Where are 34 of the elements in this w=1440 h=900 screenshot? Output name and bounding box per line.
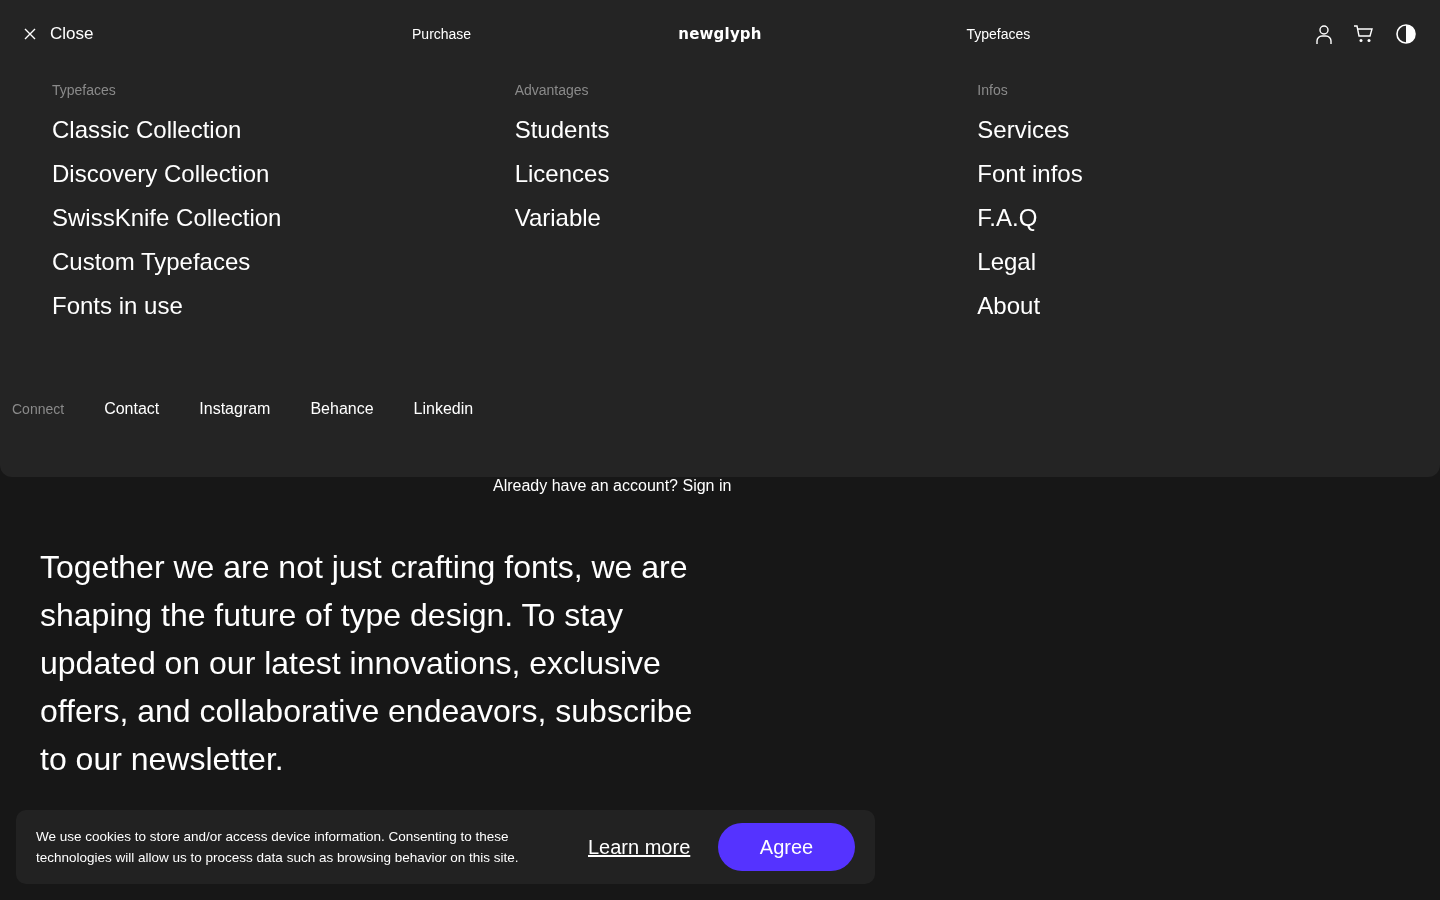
menu-link[interactable]: Services (977, 108, 1070, 152)
menu-link[interactable]: Discovery Collection (52, 152, 270, 196)
menu-link[interactable]: Custom Typefaces (52, 240, 251, 284)
menu-link[interactable]: Font infos (977, 152, 1083, 196)
social-link[interactable]: Linkedin (413, 400, 474, 418)
menu-link[interactable]: Variable (514, 196, 601, 240)
menu-link[interactable]: Licences (514, 152, 610, 196)
close-icon (24, 28, 36, 40)
menu-link[interactable]: Fonts in use (52, 284, 183, 328)
logo[interactable]: newglyph (678, 25, 762, 43)
social-link[interactable]: Behance (310, 400, 374, 418)
close-button[interactable]: Close (24, 24, 94, 44)
agree-button[interactable]: Agree (718, 823, 855, 871)
social-link[interactable]: Instagram (199, 400, 271, 418)
menu-link[interactable]: Classic Collection (52, 108, 242, 152)
nav-link[interactable]: Purchase (412, 26, 472, 42)
menu-link[interactable]: F.A.Q (977, 196, 1038, 240)
menu-link[interactable]: Legal (977, 240, 1037, 284)
user-icon[interactable] (1316, 24, 1332, 44)
contrast-icon[interactable] (1396, 24, 1416, 44)
cart-icon[interactable] (1354, 25, 1374, 43)
connect-label: Connect (12, 401, 65, 417)
sign-in-link[interactable]: Already have an account? Sign in (493, 477, 732, 495)
menu-link[interactable]: About (977, 284, 1041, 328)
menu-link[interactable]: Students (514, 108, 610, 152)
menu-link[interactable]: SwissKnife Collection (52, 196, 282, 240)
cookie-message: We use cookies to store and/or access device information. Consenting to these technologies will allow us to process data such as browsing behavior on this site. (36, 828, 520, 867)
column-heading: Infos (977, 82, 1008, 98)
column-heading: Advantages (514, 82, 589, 98)
newsletter-paragraph: Together we are not just crafting fonts, we are shaping the future of type design. To stay updated on our latest innovations, exclusive offers, and collaborative endeavors, subscribe to our newsletter. (40, 548, 694, 779)
column-heading: Typefaces (52, 82, 116, 98)
social-link[interactable]: Contact (104, 400, 160, 418)
learn-more-link[interactable]: Learn more (588, 835, 691, 859)
nav-link[interactable]: Typefaces (966, 26, 1031, 42)
